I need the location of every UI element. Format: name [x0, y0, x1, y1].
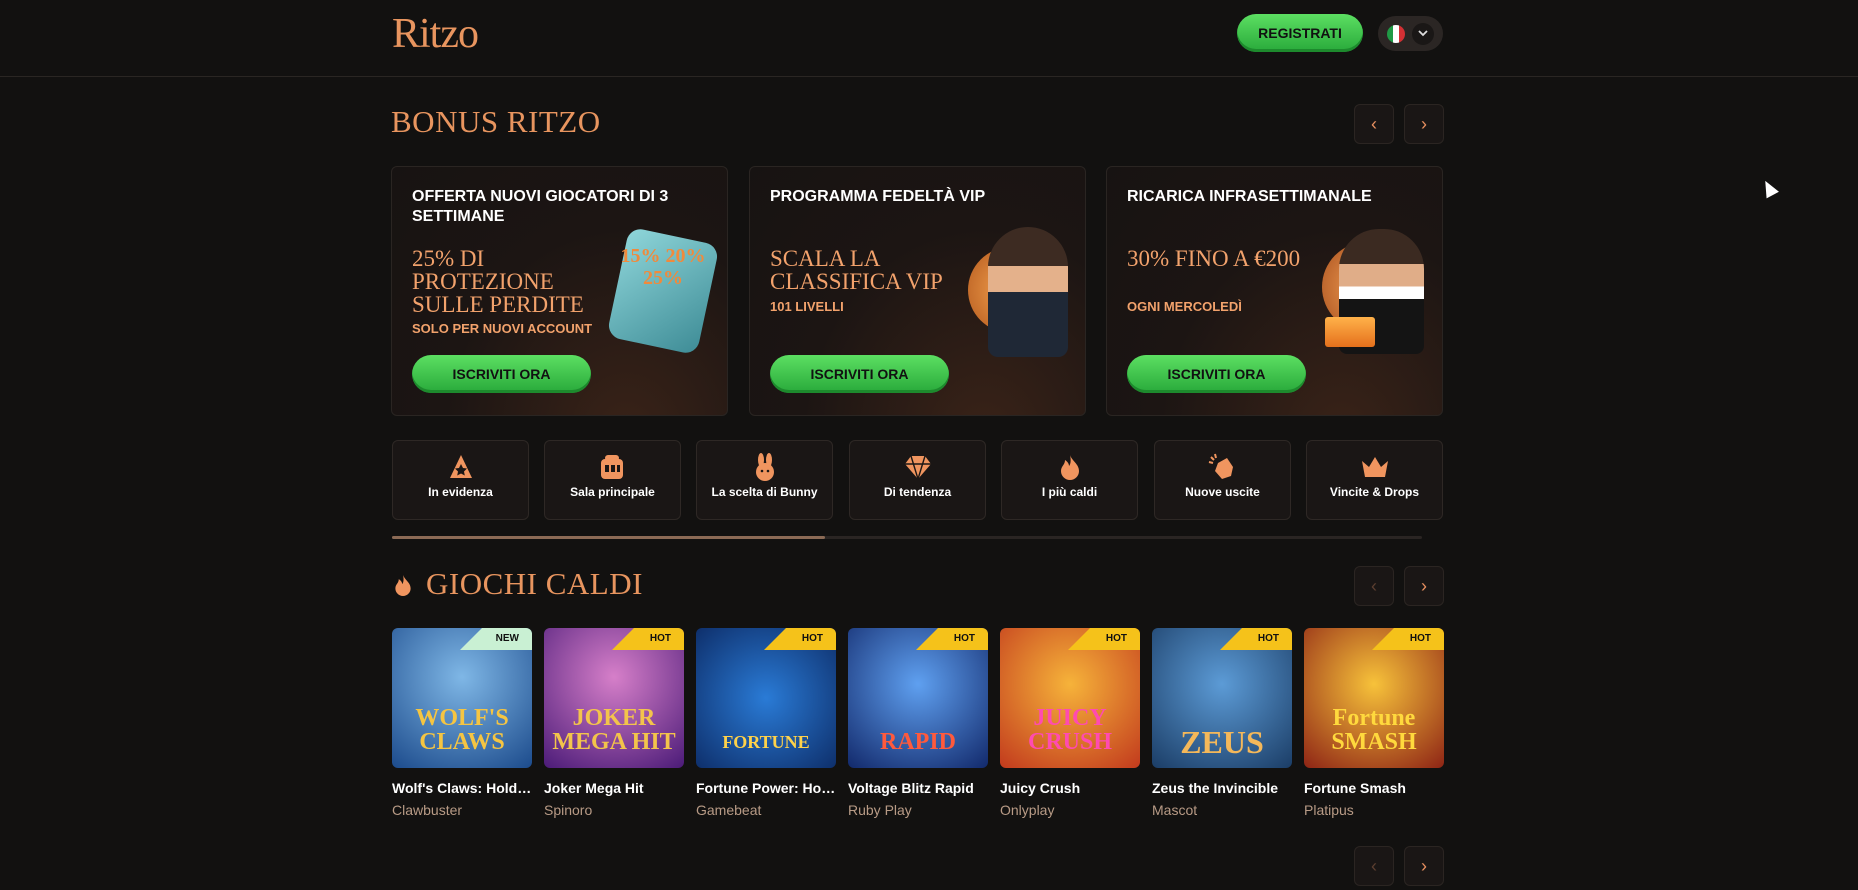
clap-icon — [1208, 453, 1238, 481]
top-bar: Ritzo REGISTRATI — [0, 0, 1858, 77]
slot-machine-icon — [598, 453, 628, 481]
game-card[interactable]: HOT RAPID Voltage Blitz Rapid Ruby Play — [848, 628, 988, 818]
game-thumbnail[interactable]: HOT ZEUS — [1152, 628, 1292, 768]
flame-icon — [1055, 453, 1085, 481]
game-name[interactable]: Juicy Crush — [1000, 780, 1140, 796]
game-name[interactable]: Fortune Power: Hol... — [696, 780, 836, 796]
ritzo-logo[interactable]: Ritzo — [392, 10, 479, 58]
bonus-card-new-players: OFFERTA NUOVI GIOCATORI DI 3 SETTIMANE 2… — [391, 166, 728, 416]
gold-bars-art — [1325, 317, 1375, 347]
hot-games-prev-button[interactable]: ‹ — [1354, 566, 1394, 606]
hot-flame-icon — [392, 572, 414, 603]
game-badge: HOT — [1220, 628, 1292, 650]
vip-host-art — [988, 227, 1068, 357]
category-label: La scelta di Bunny — [711, 485, 818, 499]
bonus-card-subtitle: SOLO PER NUOVI ACCOUNT — [412, 321, 593, 336]
bonus-card-headline: SCALA LA CLASSIFICA VIP — [770, 246, 943, 294]
bonus-prev-button[interactable]: ‹ — [1354, 104, 1394, 144]
category-main-hall[interactable]: Sala principale — [544, 440, 681, 520]
game-art-title: ZEUS — [1180, 724, 1264, 760]
bonus-section-title: BONUS RITZO — [391, 104, 601, 139]
game-badge: HOT — [916, 628, 988, 650]
game-art-title: JOKER MEGA HIT — [552, 705, 676, 755]
next-section-next-button[interactable]: › — [1404, 846, 1444, 886]
bonus-card-title: OFFERTA NUOVI GIOCATORI DI 3 SETTIMANE — [412, 188, 669, 225]
game-provider[interactable]: Mascot — [1152, 802, 1292, 818]
game-badge: HOT — [1372, 628, 1444, 650]
bonus-next-button[interactable]: › — [1404, 104, 1444, 144]
bonus-card-vip: PROGRAMMA FEDELTÀ VIP SCALA LA CLASSIFIC… — [749, 166, 1086, 416]
category-label: I più caldi — [1041, 485, 1098, 499]
category-scrollbar[interactable] — [392, 536, 1422, 539]
category-hottest[interactable]: I più caldi — [1001, 440, 1138, 520]
crown-icon — [1360, 453, 1390, 481]
category-bunny-pick[interactable]: La scelta di Bunny — [696, 440, 833, 520]
game-provider[interactable]: Spinoro — [544, 802, 684, 818]
game-thumbnail[interactable]: NEW WOLF'S CLAWS — [392, 628, 532, 768]
bonus-card-title: PROGRAMMA FEDELTÀ VIP — [770, 188, 986, 205]
game-name[interactable]: Fortune Smash — [1304, 780, 1444, 796]
game-card[interactable]: HOT FORTUNE Fortune Power: Hol... Gamebe… — [696, 628, 836, 818]
game-thumbnail[interactable]: HOT RAPID — [848, 628, 988, 768]
game-card[interactable]: HOT Fortune SMASH Fortune Smash Platipus — [1304, 628, 1444, 818]
bonus-card-subtitle: OGNI MERCOLEDÌ — [1127, 299, 1242, 314]
bonus-card-headline: 25% DI PROTEZIONE SULLE PERDITE — [412, 246, 584, 317]
register-button[interactable]: REGISTRATI — [1237, 14, 1363, 52]
signup-button[interactable]: ISCRIVITI ORA — [1127, 355, 1306, 393]
game-badge: NEW — [460, 628, 532, 650]
game-art-title: RAPID — [880, 729, 956, 755]
game-thumbnail[interactable]: HOT JUICY CRUSH — [1000, 628, 1140, 768]
language-selector[interactable] — [1378, 16, 1443, 51]
bunny-icon — [750, 453, 780, 481]
game-art-title: FORTUNE — [722, 732, 810, 752]
bonus-card-reload: RICARICA INFRASETTIMANALE 30% FINO A €20… — [1106, 166, 1443, 416]
game-name[interactable]: Wolf's Claws: Hold ... — [392, 780, 532, 796]
game-card[interactable]: HOT JOKER MEGA HIT Joker Mega Hit Spinor… — [544, 628, 684, 818]
game-name[interactable]: Joker Mega Hit — [544, 780, 684, 796]
game-art-title: WOLF'S CLAWS — [415, 705, 509, 755]
bonus-card-title: RICARICA INFRASETTIMANALE — [1127, 188, 1372, 205]
percent-art-text: 15% 20% 25% — [620, 245, 706, 289]
category-featured[interactable]: In evidenza — [392, 440, 529, 520]
hot-games-next-button[interactable]: › — [1404, 566, 1444, 606]
next-section-prev-button[interactable]: ‹ — [1354, 846, 1394, 886]
featured-icon — [446, 453, 476, 481]
game-badge: HOT — [764, 628, 836, 650]
game-art-title: JUICY CRUSH — [1027, 705, 1112, 755]
category-label: Vincite & Drops — [1329, 485, 1420, 499]
category-label: Di tendenza — [883, 485, 952, 499]
signup-button[interactable]: ISCRIVITI ORA — [412, 355, 591, 393]
game-card[interactable]: HOT ZEUS Zeus the Invincible Mascot — [1152, 628, 1292, 818]
game-provider[interactable]: Platipus — [1304, 802, 1444, 818]
mouse-cursor-icon — [1759, 177, 1779, 199]
game-provider[interactable]: Clawbuster — [392, 802, 532, 818]
game-thumbnail[interactable]: HOT Fortune SMASH — [1304, 628, 1444, 768]
game-card[interactable]: NEW WOLF'S CLAWS Wolf's Claws: Hold ... … — [392, 628, 532, 818]
category-label: In evidenza — [428, 485, 493, 499]
game-card[interactable]: HOT JUICY CRUSH Juicy Crush Onlyplay — [1000, 628, 1140, 818]
game-thumbnail[interactable]: HOT FORTUNE — [696, 628, 836, 768]
signup-button[interactable]: ISCRIVITI ORA — [770, 355, 949, 393]
bonus-card-subtitle: 101 LIVELLI — [770, 299, 844, 314]
hot-games-title: GIOCHI CALDI — [426, 566, 643, 601]
game-provider[interactable]: Gamebeat — [696, 802, 836, 818]
game-name[interactable]: Zeus the Invincible — [1152, 780, 1292, 796]
bonus-card-headline: 30% FINO A €200 — [1127, 246, 1301, 271]
game-badge: HOT — [612, 628, 684, 650]
category-label: Sala principale — [570, 485, 655, 499]
category-scrollbar-thumb[interactable] — [392, 536, 825, 539]
game-provider[interactable]: Ruby Play — [848, 802, 988, 818]
game-thumbnail[interactable]: HOT JOKER MEGA HIT — [544, 628, 684, 768]
game-art-title: Fortune SMASH — [1331, 705, 1417, 755]
game-badge: HOT — [1068, 628, 1140, 650]
game-provider[interactable]: Onlyplay — [1000, 802, 1140, 818]
game-name[interactable]: Voltage Blitz Rapid — [848, 780, 988, 796]
category-label: Nuove uscite — [1185, 485, 1260, 499]
category-new-releases[interactable]: Nuove uscite — [1154, 440, 1291, 520]
chevron-down-icon — [1411, 22, 1434, 45]
diamond-icon — [903, 453, 933, 481]
category-wins-drops[interactable]: Vincite & Drops — [1306, 440, 1443, 520]
category-trending[interactable]: Di tendenza — [849, 440, 986, 520]
italy-flag-icon — [1387, 24, 1406, 43]
